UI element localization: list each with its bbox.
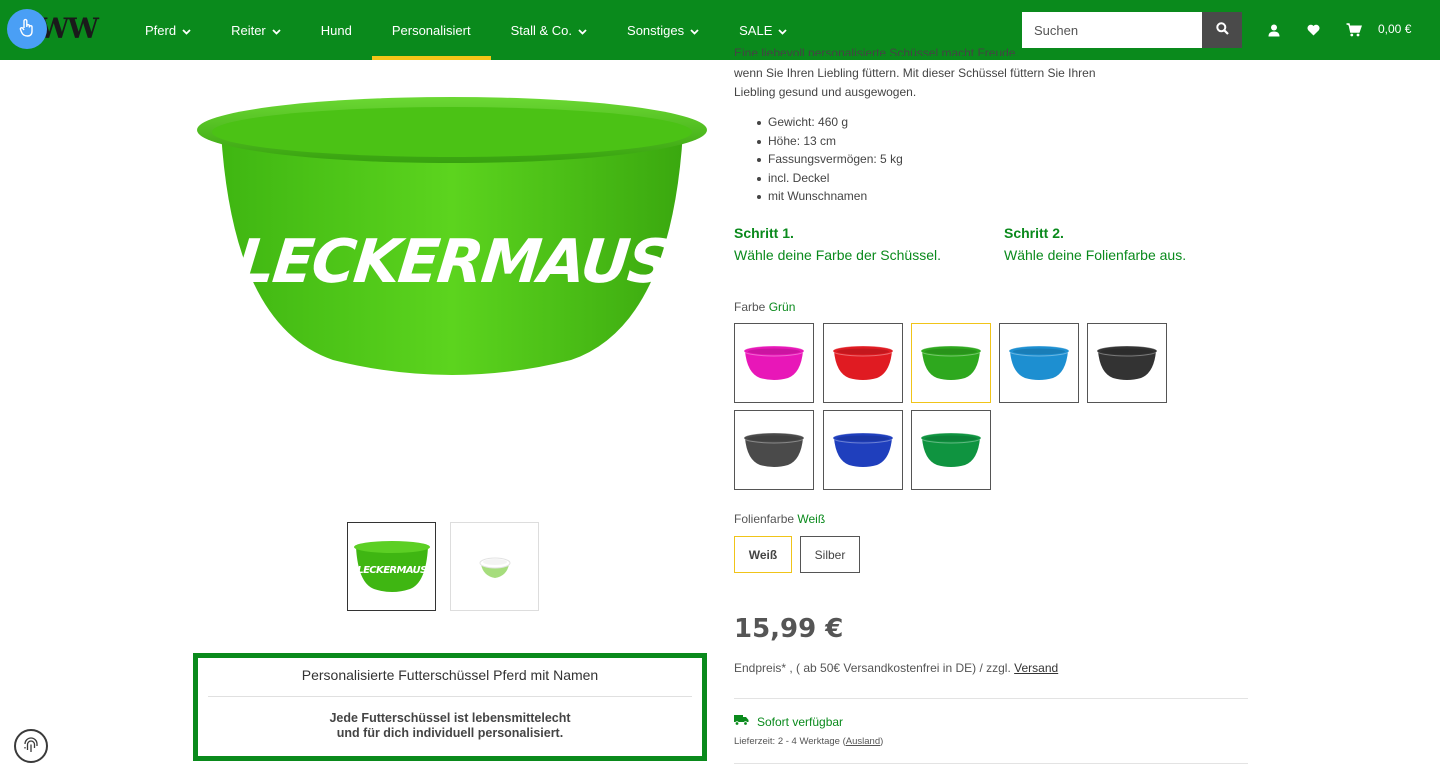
tax-info: Endpreis* , ( ab 50€ Versandkostenfrei i… xyxy=(734,661,1059,675)
heart-icon[interactable] xyxy=(1303,20,1323,40)
product-description: wenn Sie Ihren Liebling füttern. Mit die… xyxy=(734,66,1096,99)
cart-total[interactable]: 0,00 € xyxy=(1378,22,1411,36)
chevron-down-icon xyxy=(272,23,281,38)
nav-item-pferd[interactable]: Pferd xyxy=(125,0,211,60)
list-item: Fassungsvermögen: 5 kg xyxy=(757,150,903,169)
nav-item-sonstiges[interactable]: Sonstiges xyxy=(607,0,719,60)
cart-icon[interactable] xyxy=(1344,20,1364,40)
thumbnail-print-text: LECKERMAUS xyxy=(357,565,427,576)
bowl-icon xyxy=(832,345,894,380)
color-swatch[interactable] xyxy=(823,410,903,490)
product-specs-list: Gewicht: 460 g Höhe: 13 cm Fassungsvermö… xyxy=(757,113,903,206)
color-swatch[interactable] xyxy=(911,323,991,403)
info-box-text: Jede Futterschüssel ist lebensmittelecht… xyxy=(329,711,571,740)
foil-option-selected: Weiß xyxy=(797,512,826,526)
step-2: Schritt 2. Wähle deine Folienfarbe aus. xyxy=(1004,222,1186,266)
chevron-down-icon xyxy=(182,23,191,38)
main-product-image[interactable]: LECKERMAUS xyxy=(193,90,711,390)
chevron-down-icon xyxy=(778,23,788,38)
bowl-icon xyxy=(920,345,982,380)
color-swatch[interactable] xyxy=(734,410,814,490)
truck-icon xyxy=(734,714,749,729)
foil-option-silber[interactable]: Silber xyxy=(800,536,860,573)
availability-text: Sofort verfügbar xyxy=(757,714,844,729)
search-icon xyxy=(1215,22,1229,38)
color-option-label: Farbe Grün xyxy=(734,300,796,314)
color-swatch[interactable] xyxy=(1087,323,1167,403)
step-1: Schritt 1. Wähle deine Farbe der Schüsse… xyxy=(734,222,941,266)
color-swatch[interactable] xyxy=(911,410,991,490)
thumbnail-2[interactable] xyxy=(450,522,539,611)
bowl-icon xyxy=(1008,345,1070,380)
bowl-icon xyxy=(920,432,982,467)
step-1-text: Wähle deine Farbe der Schüssel. xyxy=(734,247,941,263)
hand-pointer-icon xyxy=(18,18,36,41)
privacy-settings-button[interactable] xyxy=(14,729,48,763)
color-option-selected: Grün xyxy=(768,300,796,314)
main-nav: Pferd Reiter Hund Personalisiert Stall &… xyxy=(125,0,807,60)
delivery-time: Lieferzeit: 2 - 4 Werktage (Ausland) xyxy=(734,736,884,747)
step-2-title: Schritt 2. xyxy=(1004,225,1064,241)
bowl-icon xyxy=(743,432,805,467)
bowl-icon xyxy=(743,345,805,380)
fingerprint-icon xyxy=(22,736,40,757)
search-button[interactable] xyxy=(1202,12,1242,48)
thumbnail-1[interactable]: LECKERMAUS xyxy=(347,522,436,611)
description-partial-line: Eine liebevoll personalisierte Schüssel … xyxy=(734,46,1019,56)
chevron-down-icon xyxy=(690,23,699,38)
nav-item-stall[interactable]: Stall & Co. xyxy=(491,0,607,60)
accessibility-button[interactable] xyxy=(7,9,47,49)
product-info-box: Personalisierte Futterschüssel Pferd mit… xyxy=(193,653,707,761)
bowl-icon xyxy=(1096,345,1158,380)
list-item: incl. Deckel xyxy=(757,169,903,188)
chevron-down-icon xyxy=(578,23,587,38)
foil-option-label: Folienfarbe Weiß xyxy=(734,512,826,526)
user-icon[interactable] xyxy=(1264,20,1284,40)
list-item: Höhe: 13 cm xyxy=(757,132,903,151)
foil-option-weiss[interactable]: Weiß xyxy=(734,536,792,573)
site-header: WW Pferd Reiter Hund Personalisiert Stal… xyxy=(0,0,1440,60)
step-2-text: Wähle deine Folienfarbe aus. xyxy=(1004,247,1187,263)
color-swatch[interactable] xyxy=(734,323,814,403)
shipping-link[interactable]: Versand xyxy=(1014,661,1058,675)
divider xyxy=(734,698,1248,699)
availability-status: Sofort verfügbar xyxy=(734,714,843,729)
nav-item-reiter[interactable]: Reiter xyxy=(211,0,301,60)
product-price: 15,99 € xyxy=(734,614,844,644)
info-box-title: Personalisierte Futterschüssel Pferd mit… xyxy=(301,667,599,683)
list-item: Gewicht: 460 g xyxy=(757,113,903,132)
abroad-link[interactable]: Ausland xyxy=(846,736,880,747)
nav-item-personalisiert[interactable]: Personalisiert xyxy=(371,0,491,60)
divider xyxy=(734,763,1248,764)
bowl-print-text: LECKERMAUS xyxy=(233,227,673,297)
color-swatch[interactable] xyxy=(823,323,903,403)
color-swatch[interactable] xyxy=(999,323,1079,403)
list-item: mit Wunschnamen xyxy=(757,187,903,206)
nav-item-hund[interactable]: Hund xyxy=(301,0,372,60)
search-input[interactable] xyxy=(1022,12,1202,48)
step-1-title: Schritt 1. xyxy=(734,225,794,241)
bowl-icon xyxy=(832,432,894,467)
